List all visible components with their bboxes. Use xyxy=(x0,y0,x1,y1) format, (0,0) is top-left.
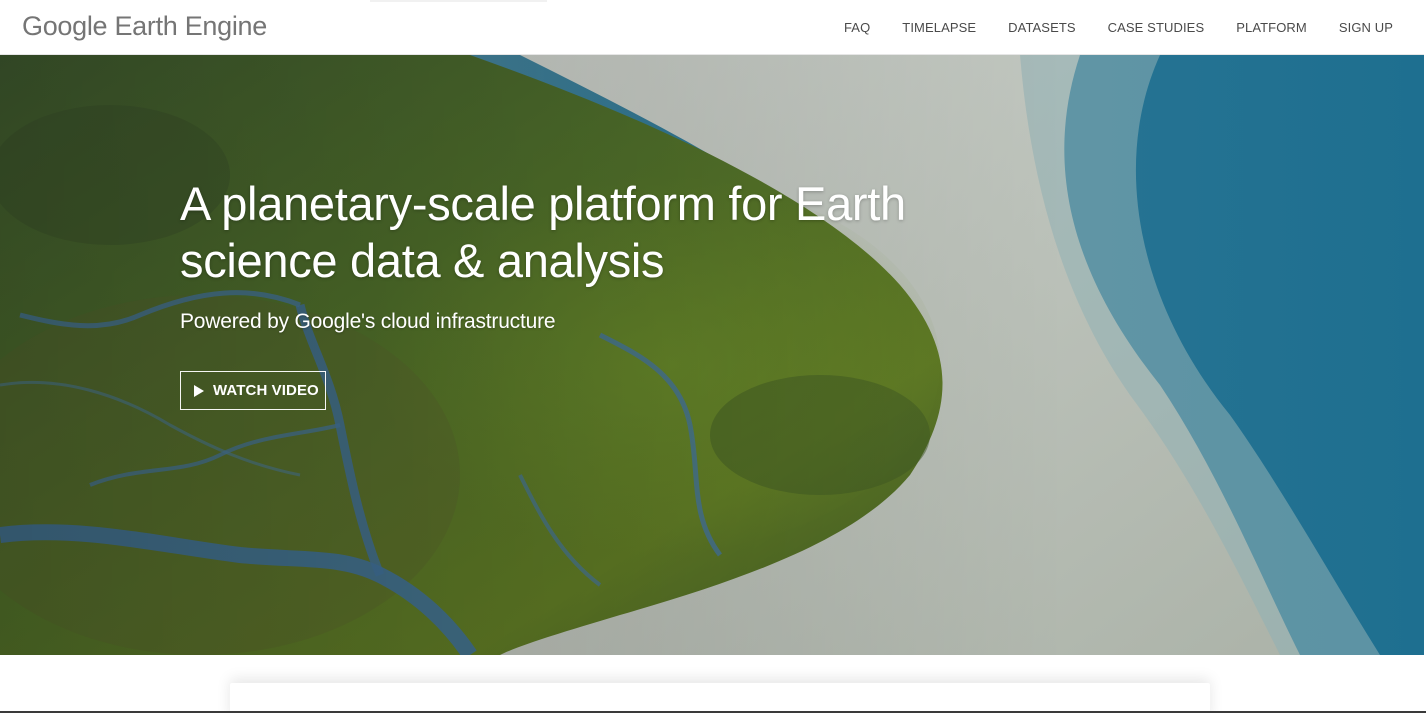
nav-platform[interactable]: PLATFORM xyxy=(1236,20,1307,35)
watch-video-button[interactable]: WATCH VIDEO xyxy=(180,371,326,410)
nav-datasets[interactable]: DATASETS xyxy=(1008,20,1076,35)
hero-section: A planetary-scale platform for Earth sci… xyxy=(0,55,1424,655)
google-earth-engine-logo[interactable]: Google Earth Engine xyxy=(22,11,267,42)
content-card-edge xyxy=(230,683,1210,713)
watch-video-label: WATCH VIDEO xyxy=(213,382,319,399)
content-section-top xyxy=(0,655,1426,713)
hero-overlay xyxy=(0,55,1424,655)
header-accent-line xyxy=(370,0,547,2)
nav-sign-up[interactable]: SIGN UP xyxy=(1339,20,1393,35)
top-navigation-bar: Google Earth Engine FAQ TIMELAPSE DATASE… xyxy=(0,0,1424,55)
hero-title: A planetary-scale platform for Earth sci… xyxy=(180,177,906,287)
hero-subtitle: Powered by Google's cloud infrastructure xyxy=(180,310,556,333)
page: Google Earth Engine FAQ TIMELAPSE DATASE… xyxy=(0,0,1426,713)
nav-faq[interactable]: FAQ xyxy=(844,20,870,35)
nav-case-studies[interactable]: CASE STUDIES xyxy=(1108,20,1205,35)
play-icon xyxy=(194,384,204,397)
nav-timelapse[interactable]: TIMELAPSE xyxy=(902,20,976,35)
main-nav: FAQ TIMELAPSE DATASETS CASE STUDIES PLAT… xyxy=(844,0,1393,54)
